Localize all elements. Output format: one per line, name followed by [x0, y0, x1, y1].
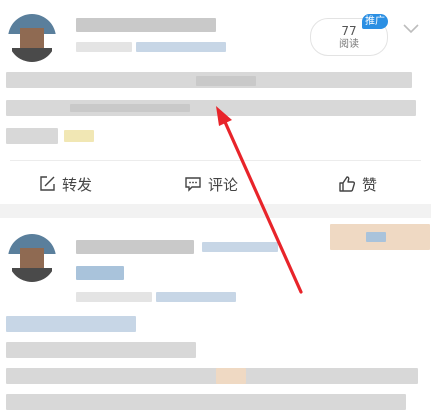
annotation-arrow-icon — [216, 106, 303, 294]
